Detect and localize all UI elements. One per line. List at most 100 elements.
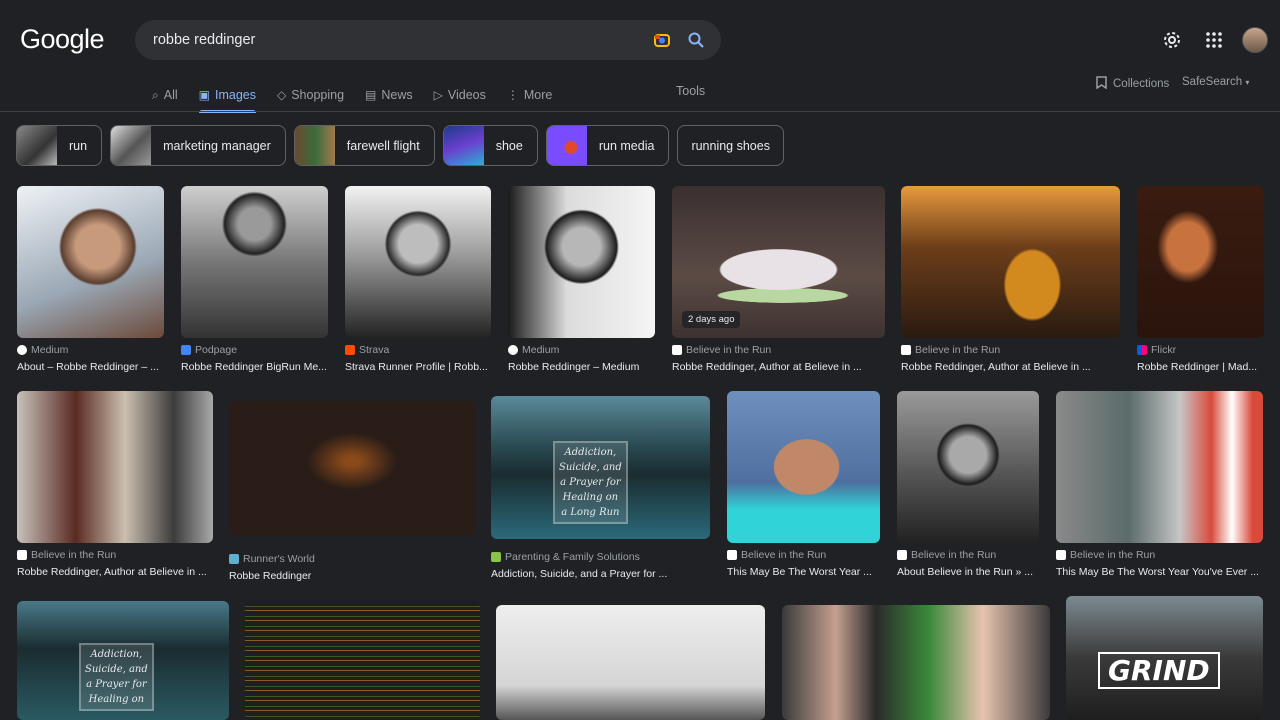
strava-favicon <box>345 345 355 355</box>
result-image[interactable] <box>17 391 213 543</box>
image-result[interactable] <box>782 605 1050 720</box>
podpage-favicon <box>181 345 191 355</box>
result-title[interactable]: Robbe Reddinger, Author at Believe in ..… <box>17 566 213 578</box>
result-title[interactable]: Robbe Reddinger, Author at Believe in ..… <box>901 361 1120 373</box>
chip-farewell-flight[interactable]: farewell flight <box>293 125 435 166</box>
play-icon: ▷ <box>433 88 443 102</box>
chip-thumbnail <box>17 126 57 165</box>
result-title[interactable]: About – Robbe Reddinger – ... <box>17 361 164 373</box>
result-title[interactable]: Addiction, Suicide, and a Prayer for ... <box>491 568 710 580</box>
result-image[interactable] <box>901 186 1120 338</box>
image-result[interactable]: Flickr Robbe Reddinger | Mad... <box>1137 186 1264 373</box>
chip-run-media[interactable]: run media <box>545 125 670 166</box>
tab-all[interactable]: ⌕ All <box>152 80 178 110</box>
result-title[interactable]: Robbe Reddinger BigRun Me... <box>181 361 328 373</box>
image-text-overlay: Addiction, Suicide, and a Prayer for Hea… <box>553 441 628 524</box>
more-vert-icon: ⋮ <box>506 88 519 102</box>
result-image[interactable] <box>782 605 1050 720</box>
result-title[interactable]: About Believe in the Run » ... <box>897 566 1039 578</box>
result-title[interactable]: Robbe Reddinger <box>229 570 475 582</box>
tag-icon: ◇ <box>276 88 287 102</box>
result-image[interactable] <box>17 186 164 338</box>
chip-running-shoes[interactable]: running shoes <box>677 125 784 166</box>
image-result[interactable]: Believe in the Run This May Be The Worst… <box>727 391 880 578</box>
result-image[interactable] <box>727 391 880 543</box>
search-icon: ⌕ <box>152 87 159 102</box>
result-image[interactable]: 2 days ago <box>672 186 885 338</box>
search-icon[interactable] <box>679 20 713 60</box>
image-result[interactable]: Podpage Robbe Reddinger BigRun Me... <box>181 186 328 373</box>
image-result[interactable]: Strava Strava Runner Profile | Robb... <box>345 186 491 373</box>
tab-videos[interactable]: ▷ Videos <box>434 80 486 110</box>
believe-in-the-run-favicon <box>897 550 907 560</box>
search-input[interactable]: robbe reddinger <box>153 32 645 48</box>
result-title[interactable]: Strava Runner Profile | Robb... <box>345 361 491 373</box>
result-image[interactable]: GRIND <box>1066 596 1263 720</box>
result-image[interactable] <box>229 401 475 535</box>
medium-favicon <box>17 345 27 355</box>
collections-link[interactable]: Collections <box>1096 76 1169 92</box>
result-title[interactable]: Robbe Reddinger | Mad... <box>1137 361 1264 373</box>
google-logo[interactable]: Google <box>20 24 105 55</box>
believe-in-the-run-favicon <box>672 345 682 355</box>
image-result[interactable]: Believe in the Run About Believe in the … <box>897 391 1039 578</box>
result-image[interactable] <box>245 601 480 720</box>
tab-shopping[interactable]: ◇ Shopping <box>277 80 344 110</box>
result-image[interactable]: Addiction, Suicide, and a Prayer for Hea… <box>17 601 229 720</box>
grind-logo: GRIND <box>1098 652 1220 689</box>
medium-favicon <box>508 345 518 355</box>
apps-grid-icon[interactable] <box>1200 26 1228 54</box>
result-image[interactable]: Addiction, Suicide, and a Prayer for Hea… <box>491 396 710 539</box>
result-image[interactable] <box>1056 391 1263 543</box>
newspaper-icon: ▤ <box>365 88 377 102</box>
image-icon: ▣ <box>198 88 210 102</box>
result-image[interactable] <box>897 391 1039 543</box>
result-title[interactable]: Robbe Reddinger, Author at Believe in ..… <box>672 361 885 373</box>
image-result[interactable] <box>496 605 765 720</box>
chip-thumbnail <box>294 126 335 165</box>
result-title[interactable]: Robbe Reddinger – Medium <box>508 361 655 373</box>
image-result[interactable]: Addiction, Suicide, and a Prayer for Hea… <box>17 601 229 720</box>
image-result[interactable]: Believe in the Run Robbe Reddinger, Auth… <box>17 391 213 578</box>
chip-shoe[interactable]: shoe <box>442 125 538 166</box>
parenting-favicon <box>491 552 501 562</box>
chip-marketing-manager[interactable]: marketing manager <box>110 125 286 166</box>
chip-run[interactable]: run <box>16 125 103 166</box>
chip-thumbnail <box>443 126 484 165</box>
safesearch-dropdown[interactable]: SafeSearch ▾ <box>1182 76 1249 88</box>
tab-more[interactable]: ⋮ More <box>507 80 552 110</box>
result-image[interactable] <box>345 186 491 338</box>
settings-gear-icon[interactable] <box>1158 26 1186 54</box>
believe-in-the-run-favicon <box>17 550 27 560</box>
camera-lens-icon[interactable] <box>645 20 679 60</box>
related-search-chips: run marketing manager farewell flight sh… <box>16 125 784 166</box>
result-title[interactable]: This May Be The Worst Year You've Ever .… <box>1056 566 1263 578</box>
tab-images[interactable]: ▣ Images <box>198 80 257 113</box>
result-image[interactable] <box>508 186 655 338</box>
image-result[interactable]: 2 days ago Believe in the Run Robbe Redd… <box>672 186 885 373</box>
account-avatar[interactable] <box>1242 27 1268 53</box>
tools-button[interactable]: Tools <box>676 84 705 98</box>
result-image[interactable] <box>181 186 328 338</box>
image-result[interactable]: Addiction, Suicide, and a Prayer for Hea… <box>491 396 710 580</box>
result-title[interactable]: This May Be The Worst Year ... <box>727 566 880 578</box>
chevron-down-icon: ▾ <box>1245 78 1250 87</box>
age-badge: 2 days ago <box>682 311 741 328</box>
tab-news[interactable]: ▤ News <box>365 80 413 110</box>
image-result[interactable]: GRIND <box>1066 596 1263 720</box>
runners-world-favicon <box>229 554 239 564</box>
image-result[interactable]: Believe in the Run Robbe Reddinger, Auth… <box>901 186 1120 373</box>
search-box[interactable]: robbe reddinger <box>135 20 721 60</box>
image-result[interactable]: Runner's World Robbe Reddinger <box>229 401 475 582</box>
result-image[interactable] <box>1137 186 1264 338</box>
bookmark-icon <box>1096 76 1107 92</box>
chip-thumbnail <box>546 126 587 165</box>
result-image[interactable] <box>496 605 765 720</box>
flickr-favicon <box>1137 345 1147 355</box>
image-result[interactable]: Believe in the Run This May Be The Worst… <box>1056 391 1263 578</box>
chip-thumbnail <box>111 126 152 165</box>
image-result[interactable] <box>245 601 480 720</box>
image-result[interactable]: Medium About – Robbe Reddinger – ... <box>17 186 164 373</box>
image-result[interactable]: Medium Robbe Reddinger – Medium <box>508 186 655 373</box>
header-divider <box>0 111 1280 112</box>
